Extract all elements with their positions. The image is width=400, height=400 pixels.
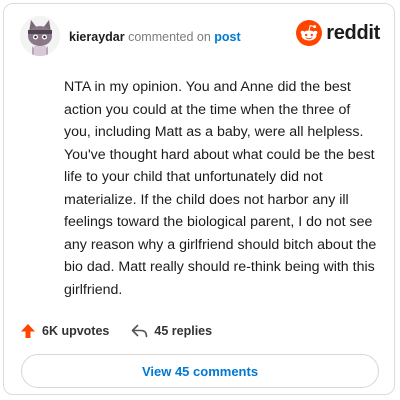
view-comments-button[interactable]: View 45 comments: [21, 354, 379, 388]
upvote-arrow-icon: [21, 324, 35, 338]
reddit-logo-icon: [296, 20, 323, 46]
reddit-brand[interactable]: reddit: [296, 19, 380, 47]
reply-arrow-icon: [132, 324, 148, 338]
upvote-count: 6K upvotes: [42, 324, 110, 338]
reddit-wordmark: reddit: [326, 21, 380, 44]
upvote-button[interactable]: 6K upvotes: [20, 323, 109, 339]
comment-actions: 6K upvotes 45 replies: [20, 321, 212, 341]
reply-count: 45 replies: [154, 324, 213, 338]
username[interactable]: kieraydar: [69, 30, 125, 44]
avatar-image: [20, 16, 60, 56]
meta-verb: commented on: [128, 30, 211, 44]
comment-meta: kieraydar commented on post: [69, 30, 241, 44]
comment-header: kieraydar commented on post reddit: [20, 16, 380, 56]
comment-card: kieraydar commented on post reddit NTA i…: [3, 3, 395, 395]
avatar[interactable]: [20, 16, 60, 56]
replies-button[interactable]: 45 replies: [131, 324, 212, 338]
post-link[interactable]: post: [214, 30, 240, 44]
comment-body: NTA in my opinion. You and Anne did the …: [64, 79, 377, 298]
